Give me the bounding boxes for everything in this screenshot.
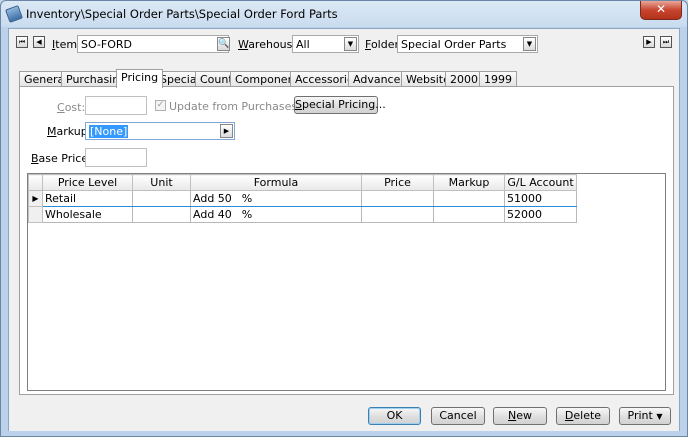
dialog-button-bar: OK Cancel New Delete Print ▼ [9, 397, 679, 431]
column-header-price-level[interactable]: Price Level [42, 174, 133, 191]
gl-account-cell[interactable]: 51000 [504, 190, 577, 207]
formula-prefix: Add 40 [193, 208, 232, 221]
price-cell[interactable] [361, 206, 434, 223]
current-row-indicator-icon: ▶ [28, 190, 43, 207]
formula-unit: % [241, 192, 253, 205]
tab-pricing[interactable]: Pricing [116, 69, 164, 88]
next-record-icon[interactable]: ▶ [643, 36, 655, 48]
grid-header-corner [28, 174, 43, 191]
first-record-icon[interactable]: ⏮ [16, 36, 28, 48]
price-cell[interactable] [361, 190, 434, 207]
pricing-tab-panel: Cost: ✓ Update from Purchases Special Pr… [19, 86, 674, 395]
markup-select[interactable]: [None] ▶ [85, 122, 235, 140]
formula-cell[interactable]: Add 40% [190, 206, 362, 223]
price-level-cell[interactable]: Wholesale [42, 206, 133, 223]
formula-cell[interactable]: Add 50% [190, 190, 362, 207]
column-header-formula[interactable]: Formula [190, 174, 362, 191]
update-from-purchases-checkbox[interactable]: ✓ [155, 100, 166, 111]
column-header-unit[interactable]: Unit [132, 174, 191, 191]
warehouse-value: All [296, 38, 310, 51]
print-label: Print [627, 409, 653, 422]
cancel-button[interactable]: Cancel [431, 407, 485, 425]
previous-record-icon[interactable]: ◀ [33, 36, 45, 48]
table-row[interactable]: Wholesale Add 40% 52000 [28, 206, 577, 223]
tab-1999[interactable]: 1999 [479, 71, 517, 87]
print-button[interactable]: Print ▼ [619, 407, 671, 425]
folder-value: Special Order Parts [401, 38, 507, 51]
folder-select[interactable]: Special Order Parts ▼ [397, 35, 538, 53]
new-button[interactable]: New [493, 407, 547, 425]
markup-value: [None] [89, 125, 129, 138]
chevron-right-icon[interactable]: ▶ [220, 124, 233, 138]
chevron-down-icon[interactable]: ▼ [523, 37, 536, 51]
grid-header-row: Price Level Unit Formula Price Markup G/… [28, 174, 577, 191]
formula-prefix: Add 50 [193, 192, 232, 205]
lookup-icon[interactable]: 🔍 [217, 37, 230, 51]
markup-cell[interactable] [433, 206, 505, 223]
inventory-window: Inventory\Special Order Parts\Special Or… [0, 0, 688, 437]
unit-cell[interactable] [132, 206, 191, 223]
title-bar[interactable]: Inventory\Special Order Parts\Special Or… [1, 1, 687, 27]
column-header-gl-account[interactable]: G/L Account [504, 174, 577, 191]
window-title: Inventory\Special Order Parts\Special Or… [26, 7, 338, 21]
formula-unit: % [241, 208, 253, 221]
item-field[interactable]: SO-FORD [77, 35, 229, 53]
update-from-purchases-label: Update from Purchases [169, 100, 298, 113]
row-indicator [28, 206, 43, 223]
cost-field[interactable] [85, 96, 147, 115]
inventory-tag-icon [5, 5, 23, 23]
last-record-icon[interactable]: ⏭ [660, 36, 672, 48]
warehouse-select[interactable]: All ▼ [292, 35, 359, 53]
cost-label: Cost: [57, 101, 86, 114]
markup-cell[interactable] [433, 190, 505, 207]
tab-2000[interactable]: 2000 [445, 71, 483, 87]
base-price-label: Base Price: [31, 152, 92, 165]
close-button[interactable]: ✕ [640, 1, 682, 20]
delete-button[interactable]: Delete [556, 407, 610, 425]
chevron-down-icon: ▼ [656, 412, 663, 421]
chevron-down-icon[interactable]: ▼ [344, 37, 357, 51]
column-header-price[interactable]: Price [361, 174, 434, 191]
special-pricing-button[interactable]: Special Pricing... [294, 96, 386, 114]
price-level-grid: Price Level Unit Formula Price Markup G/… [27, 173, 666, 391]
column-header-markup[interactable]: Markup [433, 174, 505, 191]
price-level-table: Price Level Unit Formula Price Markup G/… [28, 174, 577, 223]
ok-button[interactable]: OK [368, 407, 421, 425]
unit-cell[interactable] [132, 190, 191, 207]
client-area: ⏮ ◀ Item: SO-FORD 🔍 Warehouse: All ▼ Fol… [8, 28, 680, 431]
gl-account-cell[interactable]: 52000 [504, 206, 577, 223]
base-price-field[interactable] [85, 148, 147, 167]
table-row[interactable]: ▶ Retail Add 50% 51000 [28, 190, 577, 207]
price-level-cell[interactable]: Retail [42, 190, 133, 207]
